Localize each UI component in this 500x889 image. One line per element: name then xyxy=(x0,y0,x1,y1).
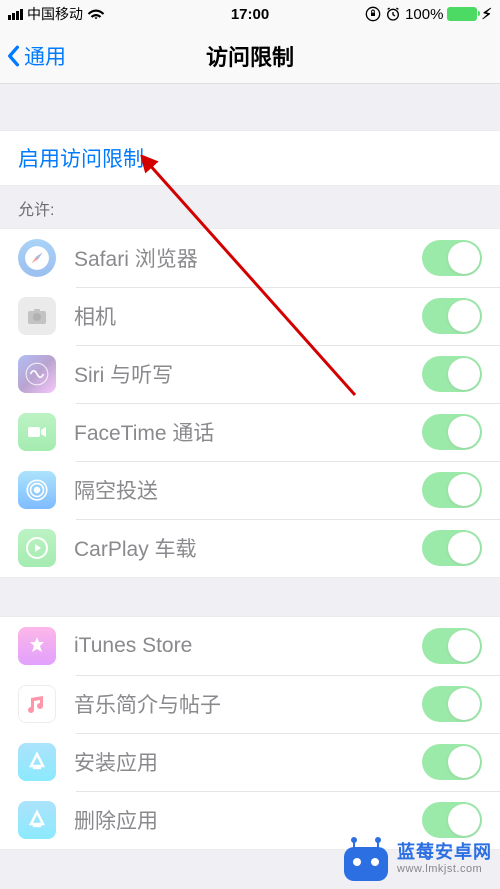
watermark-title: 蓝莓安卓网 xyxy=(397,843,492,863)
music-icon xyxy=(18,685,56,723)
item-label: 删除应用 xyxy=(74,805,422,835)
status-left: 中国移动 xyxy=(8,4,105,24)
list-item: 隔空投送 xyxy=(0,461,500,519)
back-label: 通用 xyxy=(24,41,66,71)
camera-icon xyxy=(18,297,56,335)
item-label: FaceTime 通话 xyxy=(74,417,422,447)
carrier-label: 中国移动 xyxy=(27,4,83,24)
item-label: 安装应用 xyxy=(74,747,422,777)
item-label: 相机 xyxy=(74,301,422,331)
back-button[interactable]: 通用 xyxy=(6,41,66,71)
page-title: 访问限制 xyxy=(206,40,294,72)
watermark: 蓝莓安卓网 www.lmkjst.com xyxy=(341,837,492,881)
facetime-icon xyxy=(18,413,56,451)
store-group: iTunes Store 音乐简介与帖子 安装应用 删除应用 xyxy=(0,616,500,850)
airdrop-icon xyxy=(18,471,56,509)
status-bar: 中国移动 17:00 100% ⚡︎ xyxy=(0,0,500,28)
list-item: 安装应用 xyxy=(0,733,500,791)
app-store-icon xyxy=(18,743,56,781)
toggle-switch[interactable] xyxy=(422,802,482,838)
enable-restrictions-button[interactable]: 启用访问限制 xyxy=(0,131,500,185)
enable-group: 启用访问限制 xyxy=(0,130,500,186)
list-item: 音乐简介与帖子 xyxy=(0,675,500,733)
lock-rotation-icon xyxy=(365,6,381,22)
toggle-switch[interactable] xyxy=(422,472,482,508)
item-label: iTunes Store xyxy=(74,634,422,658)
item-label: 隔空投送 xyxy=(74,475,422,505)
toggle-switch[interactable] xyxy=(422,414,482,450)
siri-icon xyxy=(18,355,56,393)
list-item: CarPlay 车载 xyxy=(0,519,500,577)
carplay-icon xyxy=(18,529,56,567)
status-time: 17:00 xyxy=(231,6,269,23)
list-item: 相机 xyxy=(0,287,500,345)
watermark-logo-icon xyxy=(341,837,391,881)
item-label: Safari 浏览器 xyxy=(74,243,422,273)
toggle-switch[interactable] xyxy=(422,356,482,392)
item-label: CarPlay 车载 xyxy=(74,533,422,563)
toggle-switch[interactable] xyxy=(422,744,482,780)
toggle-switch[interactable] xyxy=(422,530,482,566)
signal-icon xyxy=(8,9,23,20)
toggle-switch[interactable] xyxy=(422,240,482,276)
item-label: Siri 与听写 xyxy=(74,359,422,389)
itunes-store-icon xyxy=(18,627,56,665)
allow-group: Safari 浏览器 相机 Siri 与听写 FaceTime 通话 隔空投送 xyxy=(0,228,500,578)
list-item: iTunes Store xyxy=(0,617,500,675)
battery-icon xyxy=(447,7,477,21)
safari-icon xyxy=(18,239,56,277)
chevron-left-icon xyxy=(6,45,20,67)
wifi-icon xyxy=(87,7,105,21)
allow-section-header: 允许: xyxy=(0,186,500,228)
alarm-icon xyxy=(385,6,401,22)
list-item: FaceTime 通话 xyxy=(0,403,500,461)
toggle-switch[interactable] xyxy=(422,298,482,334)
list-item: Safari 浏览器 xyxy=(0,229,500,287)
toggle-switch[interactable] xyxy=(422,628,482,664)
status-right: 100% ⚡︎ xyxy=(365,5,492,23)
watermark-url: www.lmkjst.com xyxy=(397,863,492,875)
toggle-switch[interactable] xyxy=(422,686,482,722)
charging-icon: ⚡︎ xyxy=(481,5,492,23)
app-store-icon xyxy=(18,801,56,839)
list-item: Siri 与听写 xyxy=(0,345,500,403)
item-label: 音乐简介与帖子 xyxy=(74,689,422,719)
nav-bar: 通用 访问限制 xyxy=(0,28,500,84)
battery-percent: 100% xyxy=(405,6,443,23)
enable-restrictions-label: 启用访问限制 xyxy=(18,143,144,173)
